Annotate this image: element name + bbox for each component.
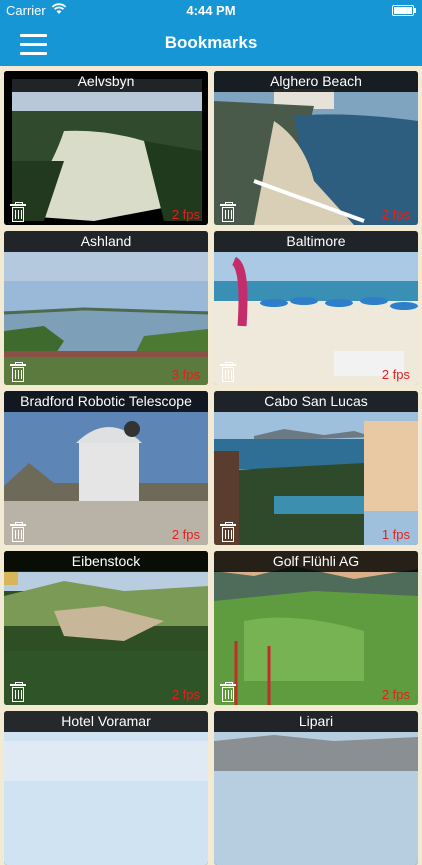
camera-feed-image: [4, 711, 208, 865]
trash-icon[interactable]: [220, 682, 236, 702]
trash-icon[interactable]: [10, 682, 26, 702]
battery-icon: [392, 5, 416, 16]
fps-label: 3 fps: [171, 367, 200, 382]
camera-title: Aelvsbyn: [4, 71, 208, 92]
camera-tile[interactable]: Eibenstock 2 fps: [4, 551, 208, 705]
clock: 4:44 PM: [186, 3, 236, 18]
bookmark-grid: Aelvsbyn 2 fps Alghero Beach 2 fps Ashla…: [0, 66, 422, 865]
camera-tile[interactable]: Hotel Voramar: [4, 711, 208, 865]
fps-label: 2 fps: [381, 687, 410, 702]
camera-feed-image: [214, 711, 418, 865]
navigation-bar: Bookmarks: [0, 22, 422, 66]
status-bar: Carrier 4:44 PM: [0, 0, 422, 22]
camera-tile[interactable]: Alghero Beach 2 fps: [214, 71, 418, 225]
camera-title: Golf Flühli AG: [214, 551, 418, 572]
trash-icon[interactable]: [10, 522, 26, 542]
camera-feed-image: [4, 391, 208, 545]
camera-tile[interactable]: Bradford Robotic Telescope 2 fps: [4, 391, 208, 545]
camera-title: Hotel Voramar: [4, 711, 208, 732]
fps-label: 1 fps: [381, 527, 410, 542]
camera-feed-image: [214, 231, 418, 385]
camera-title: Alghero Beach: [214, 71, 418, 92]
camera-title: Baltimore: [214, 231, 418, 252]
trash-icon[interactable]: [220, 522, 236, 542]
trash-icon[interactable]: [220, 202, 236, 222]
camera-tile[interactable]: Aelvsbyn 2 fps: [4, 71, 208, 225]
camera-tile[interactable]: Ashland 3 fps: [4, 231, 208, 385]
trash-icon[interactable]: [10, 362, 26, 382]
fps-label: 2 fps: [381, 207, 410, 222]
camera-title: Eibenstock: [4, 551, 208, 572]
camera-feed-image: [214, 71, 418, 225]
camera-tile[interactable]: Baltimore 2 fps: [214, 231, 418, 385]
camera-feed-image: [4, 71, 208, 225]
camera-title: Ashland: [4, 231, 208, 252]
fps-label: 2 fps: [171, 527, 200, 542]
camera-tile[interactable]: Cabo San Lucas 1 fps: [214, 391, 418, 545]
trash-icon[interactable]: [220, 362, 236, 382]
fps-label: 2 fps: [171, 207, 200, 222]
camera-feed-image: [4, 551, 208, 705]
camera-title: Bradford Robotic Telescope: [4, 391, 208, 412]
camera-feed-image: [214, 391, 418, 545]
camera-tile[interactable]: Lipari: [214, 711, 418, 865]
fps-label: 2 fps: [381, 367, 410, 382]
camera-title: Lipari: [214, 711, 418, 732]
camera-tile[interactable]: Golf Flühli AG 2 fps: [214, 551, 418, 705]
camera-feed-image: [4, 231, 208, 385]
fps-label: 2 fps: [171, 687, 200, 702]
page-title: Bookmarks: [164, 33, 258, 52]
camera-feed-image: [214, 551, 418, 705]
camera-title: Cabo San Lucas: [214, 391, 418, 412]
trash-icon[interactable]: [10, 202, 26, 222]
